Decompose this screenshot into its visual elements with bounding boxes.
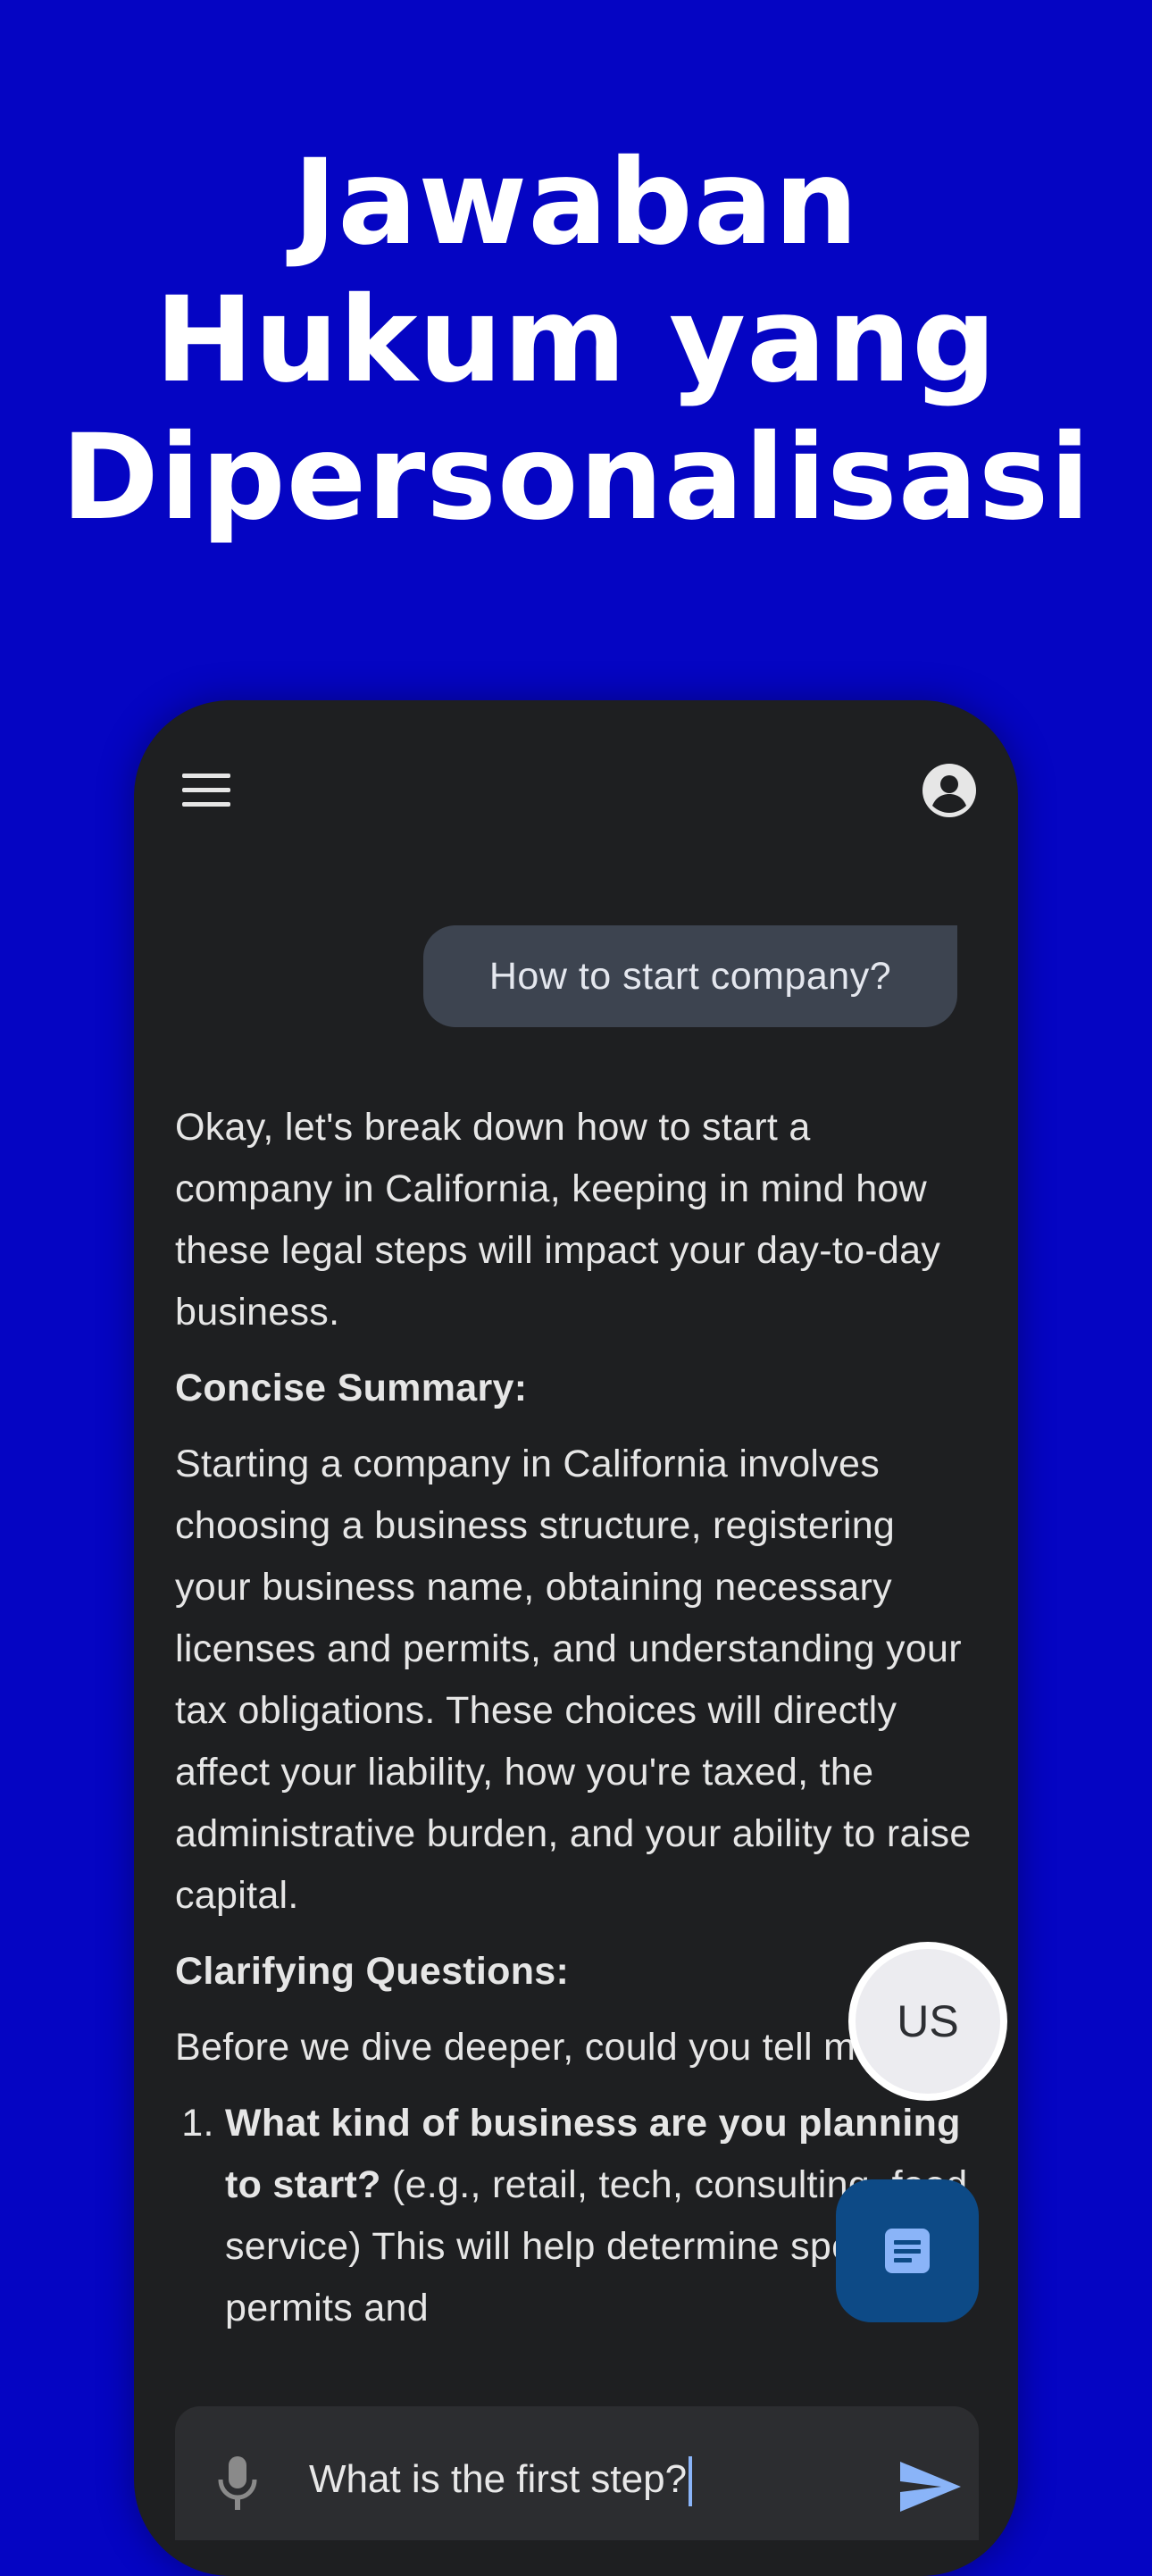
- headline-line-3: Dipersonalisasi: [61, 409, 1091, 547]
- region-label: US: [897, 1996, 959, 2046]
- headline-line-2: Hukum yang: [154, 272, 998, 409]
- summary-heading: Concise Summary:: [175, 1367, 528, 1409]
- message-input-bar: What is the first step?: [175, 2406, 979, 2540]
- response-intro: Okay, let's break down how to start a co…: [175, 1106, 941, 1334]
- assistant-response: Okay, let's break down how to start a co…: [175, 1097, 979, 2339]
- document-button[interactable]: [836, 2179, 979, 2322]
- user-message-text: How to start company?: [488, 954, 892, 998]
- summary-text: Starting a company in California involve…: [175, 1443, 972, 1917]
- send-icon[interactable]: [895, 2451, 966, 2522]
- text-caret: [689, 2456, 693, 2507]
- user-message-bubble: How to start company?: [423, 925, 957, 1027]
- questions-heading: Clarifying Questions:: [175, 1950, 570, 1993]
- headline-line-1: Jawaban: [293, 134, 859, 272]
- document-icon: [885, 2229, 930, 2273]
- phone-screen: How to start company? Okay, let's break …: [134, 700, 1018, 2576]
- message-input[interactable]: What is the first step?: [309, 2453, 693, 2507]
- account-circle-icon[interactable]: [916, 757, 982, 824]
- message-input-value: What is the first step?: [309, 2457, 688, 2501]
- microphone-icon[interactable]: [211, 2451, 264, 2513]
- hamburger-menu-icon[interactable]: [175, 759, 238, 822]
- headline: Jawaban Hukum yang Dipersonalisasi: [0, 134, 1152, 547]
- region-button[interactable]: US: [856, 1949, 1000, 2094]
